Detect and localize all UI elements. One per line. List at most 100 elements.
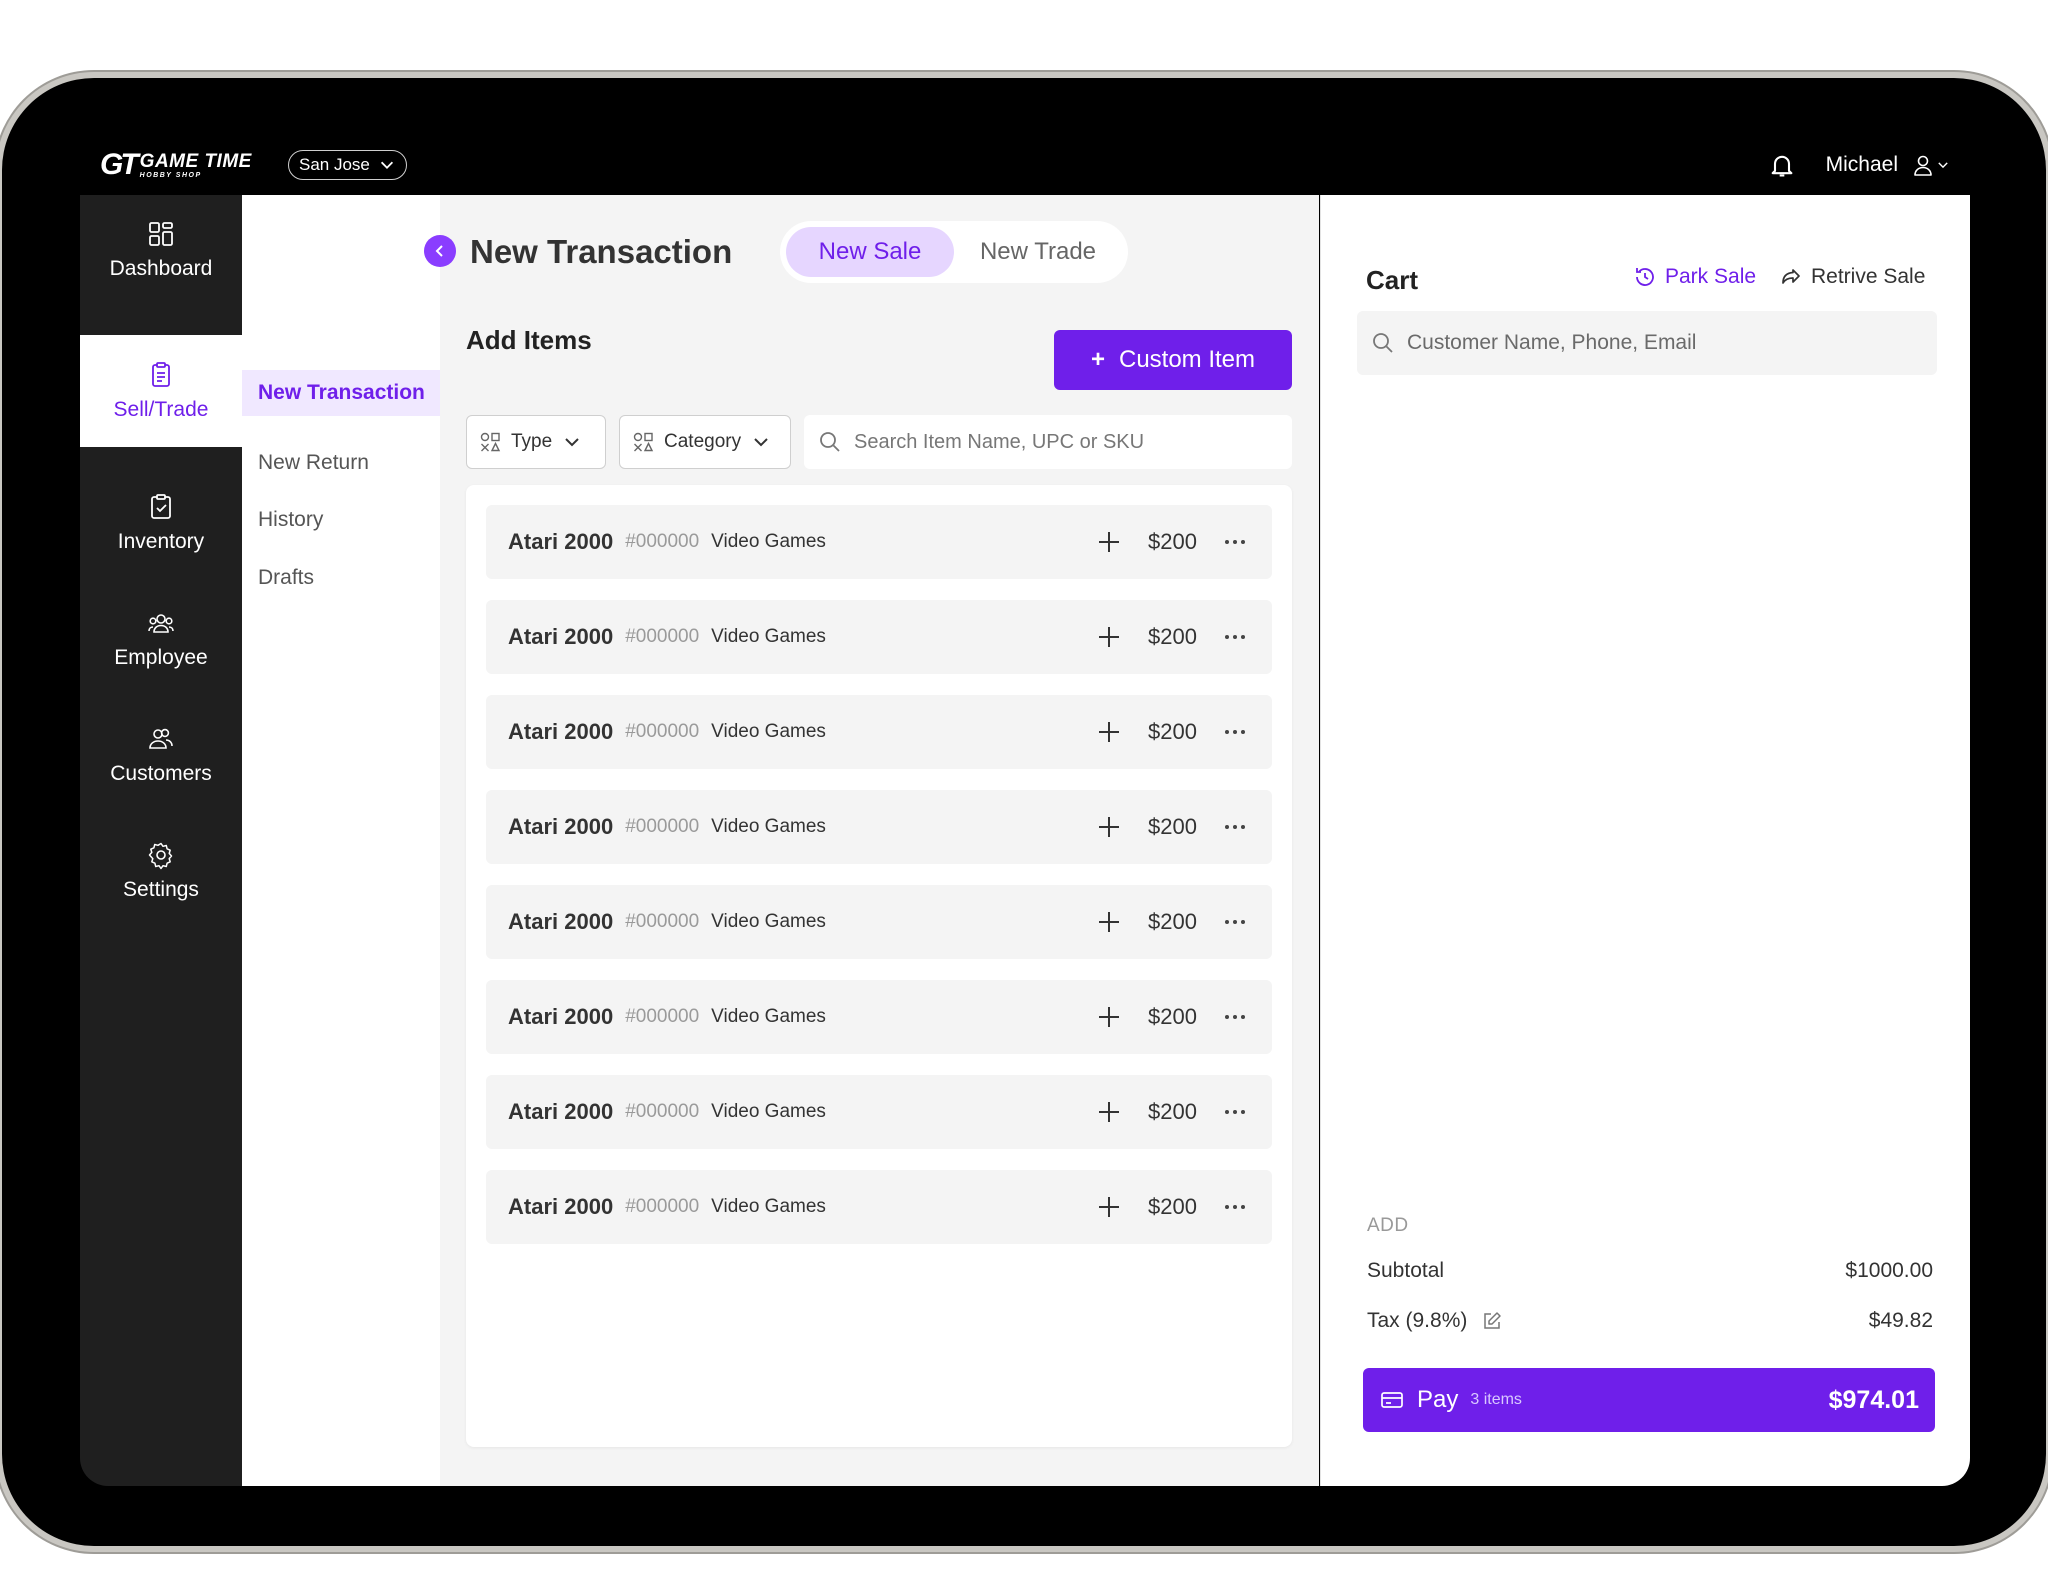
sidebar-item-label: Customers bbox=[110, 762, 212, 785]
more-horizontal-icon[interactable] bbox=[1222, 529, 1248, 555]
back-button[interactable] bbox=[424, 235, 456, 267]
plus-icon[interactable] bbox=[1096, 1194, 1122, 1220]
more-horizontal-icon[interactable] bbox=[1222, 1099, 1248, 1125]
sidebar-item-label: Inventory bbox=[117, 530, 205, 553]
item-sku: #000000 bbox=[625, 1101, 700, 1122]
type-filter-label: Type bbox=[511, 431, 553, 452]
custom-item-label: Custom Item bbox=[1118, 346, 1256, 373]
app-screen: GT GAME TIME HOBBY SHOP San Jose Michael… bbox=[80, 118, 1970, 1486]
tax-label-group: Tax (9.8%) bbox=[1367, 1309, 1503, 1333]
type-filter[interactable]: Type bbox=[466, 415, 606, 469]
main-panel: New Transaction New Sale New Trade Add I… bbox=[424, 195, 1319, 1486]
plus-icon[interactable] bbox=[1096, 814, 1122, 840]
item-category: Video Games bbox=[711, 1006, 826, 1027]
item-price: $200 bbox=[1148, 719, 1197, 744]
plus-icon[interactable] bbox=[1096, 529, 1122, 555]
item-category: Video Games bbox=[711, 626, 826, 647]
pay-item-count: 3 items bbox=[1470, 1391, 1522, 1408]
clipboard-icon bbox=[152, 362, 170, 387]
sidebar-item-employee[interactable]: Employee bbox=[80, 608, 242, 670]
more-horizontal-icon[interactable] bbox=[1222, 719, 1248, 745]
retrieve-sale-button[interactable]: Retrive Sale bbox=[1779, 265, 1925, 289]
plus-icon[interactable] bbox=[1096, 624, 1122, 650]
cart-title: Cart bbox=[1366, 265, 1419, 295]
add-link[interactable]: ADD bbox=[1367, 1215, 1409, 1237]
sidebar-item-label: Employee bbox=[114, 646, 208, 669]
item-search-input[interactable] bbox=[854, 430, 1278, 454]
sidebar: Dashboard Sell/Trade Inventory Employee … bbox=[80, 195, 242, 1486]
plus-icon[interactable] bbox=[1096, 1099, 1122, 1125]
item-category: Video Games bbox=[711, 1101, 826, 1122]
list-item[interactable]: Atari 2000 #000000 Video Games $200 bbox=[486, 1170, 1272, 1244]
subnav-item-history[interactable]: History bbox=[242, 497, 440, 543]
sidebar-item-dashboard[interactable]: Dashboard bbox=[80, 219, 242, 281]
sidebar-item-label: Dashboard bbox=[109, 257, 213, 280]
item-price: $200 bbox=[1148, 624, 1197, 649]
search-icon bbox=[1373, 333, 1393, 353]
item-sku: #000000 bbox=[625, 531, 700, 552]
item-category: Video Games bbox=[711, 531, 826, 552]
location-label: San Jose bbox=[299, 155, 370, 174]
more-horizontal-icon[interactable] bbox=[1222, 1194, 1248, 1220]
custom-item-button[interactable]: + Custom Item bbox=[1054, 330, 1292, 390]
pay-button[interactable]: Pay 3 items $974.01 bbox=[1363, 1368, 1935, 1432]
retrieve-sale-label: Retrive Sale bbox=[1811, 265, 1926, 288]
pay-total: $974.01 bbox=[1828, 1385, 1919, 1414]
park-sale-button[interactable]: Park Sale bbox=[1633, 265, 1756, 289]
top-right-controls: Michael bbox=[1768, 148, 1950, 182]
sidebar-item-customers[interactable]: Customers bbox=[80, 724, 242, 786]
user-name: Michael bbox=[1825, 153, 1898, 176]
edit-icon[interactable] bbox=[1481, 1310, 1503, 1332]
tax-row: Tax (9.8%) $49.82 bbox=[1367, 1309, 1933, 1333]
list-item[interactable]: Atari 2000 #000000 Video Games $200 bbox=[486, 600, 1272, 674]
item-price: $200 bbox=[1148, 529, 1197, 554]
customer-search-input[interactable] bbox=[1407, 331, 1923, 355]
list-item[interactable]: Atari 2000 #000000 Video Games $200 bbox=[486, 1075, 1272, 1149]
more-horizontal-icon[interactable] bbox=[1222, 624, 1248, 650]
item-category: Video Games bbox=[711, 721, 826, 742]
chevron-down-icon bbox=[380, 161, 393, 169]
more-horizontal-icon[interactable] bbox=[1222, 814, 1248, 840]
sidebar-item-sell-trade[interactable]: Sell/Trade bbox=[80, 335, 242, 447]
chevron-down-icon bbox=[1938, 162, 1948, 169]
subnav-item-drafts[interactable]: Drafts bbox=[242, 555, 440, 601]
item-price: $200 bbox=[1148, 909, 1197, 934]
more-horizontal-icon[interactable] bbox=[1222, 1004, 1248, 1030]
plus-icon[interactable] bbox=[1096, 1004, 1122, 1030]
item-name: Atari 2000 bbox=[508, 624, 614, 649]
list-item[interactable]: Atari 2000 #000000 Video Games $200 bbox=[486, 695, 1272, 769]
page-title: New Transaction bbox=[470, 233, 733, 270]
category-filter[interactable]: Category bbox=[619, 415, 791, 469]
subtotal-label: Subtotal bbox=[1367, 1259, 1445, 1282]
plus-icon[interactable] bbox=[1096, 909, 1122, 935]
list-item[interactable]: Atari 2000 #000000 Video Games $200 bbox=[486, 505, 1272, 579]
sidebar-item-label: Settings bbox=[123, 878, 199, 901]
clipboard-check-icon bbox=[151, 494, 171, 519]
list-item[interactable]: Atari 2000 #000000 Video Games $200 bbox=[486, 885, 1272, 959]
more-horizontal-icon[interactable] bbox=[1222, 909, 1248, 935]
sidebar-item-inventory[interactable]: Inventory bbox=[80, 492, 242, 554]
tax-label: Tax (9.8%) bbox=[1367, 1309, 1468, 1332]
grid-icon bbox=[149, 222, 173, 246]
bell-icon[interactable] bbox=[1768, 151, 1796, 179]
subnav-item-new-return[interactable]: New Return bbox=[242, 440, 440, 486]
cart-panel: Cart Park Sale Retrive Sale ADD Subtotal… bbox=[1320, 195, 1970, 1486]
list-item[interactable]: Atari 2000 #000000 Video Games $200 bbox=[486, 980, 1272, 1054]
tab-new-sale[interactable]: New Sale bbox=[786, 227, 954, 277]
item-name: Atari 2000 bbox=[508, 1004, 614, 1029]
tax-value: $49.82 bbox=[1868, 1309, 1933, 1332]
list-item[interactable]: Atari 2000 #000000 Video Games $200 bbox=[486, 790, 1272, 864]
location-selector[interactable]: San Jose bbox=[288, 150, 407, 180]
plus-icon[interactable] bbox=[1096, 719, 1122, 745]
share-arrow-icon bbox=[1782, 269, 1800, 284]
user-menu[interactable] bbox=[1912, 153, 1950, 177]
subnav-item-new-transaction[interactable]: New Transaction bbox=[242, 370, 440, 416]
brand-logo[interactable]: GT GAME TIME HOBBY SHOP bbox=[100, 148, 252, 182]
shapes-icon bbox=[480, 432, 501, 452]
plus-icon: + bbox=[1090, 346, 1105, 373]
item-sku: #000000 bbox=[625, 816, 700, 837]
tab-new-trade[interactable]: New Trade bbox=[954, 227, 1122, 277]
item-sku: #000000 bbox=[625, 626, 700, 647]
shapes-icon bbox=[633, 432, 654, 452]
sidebar-item-settings[interactable]: Settings bbox=[80, 840, 242, 902]
